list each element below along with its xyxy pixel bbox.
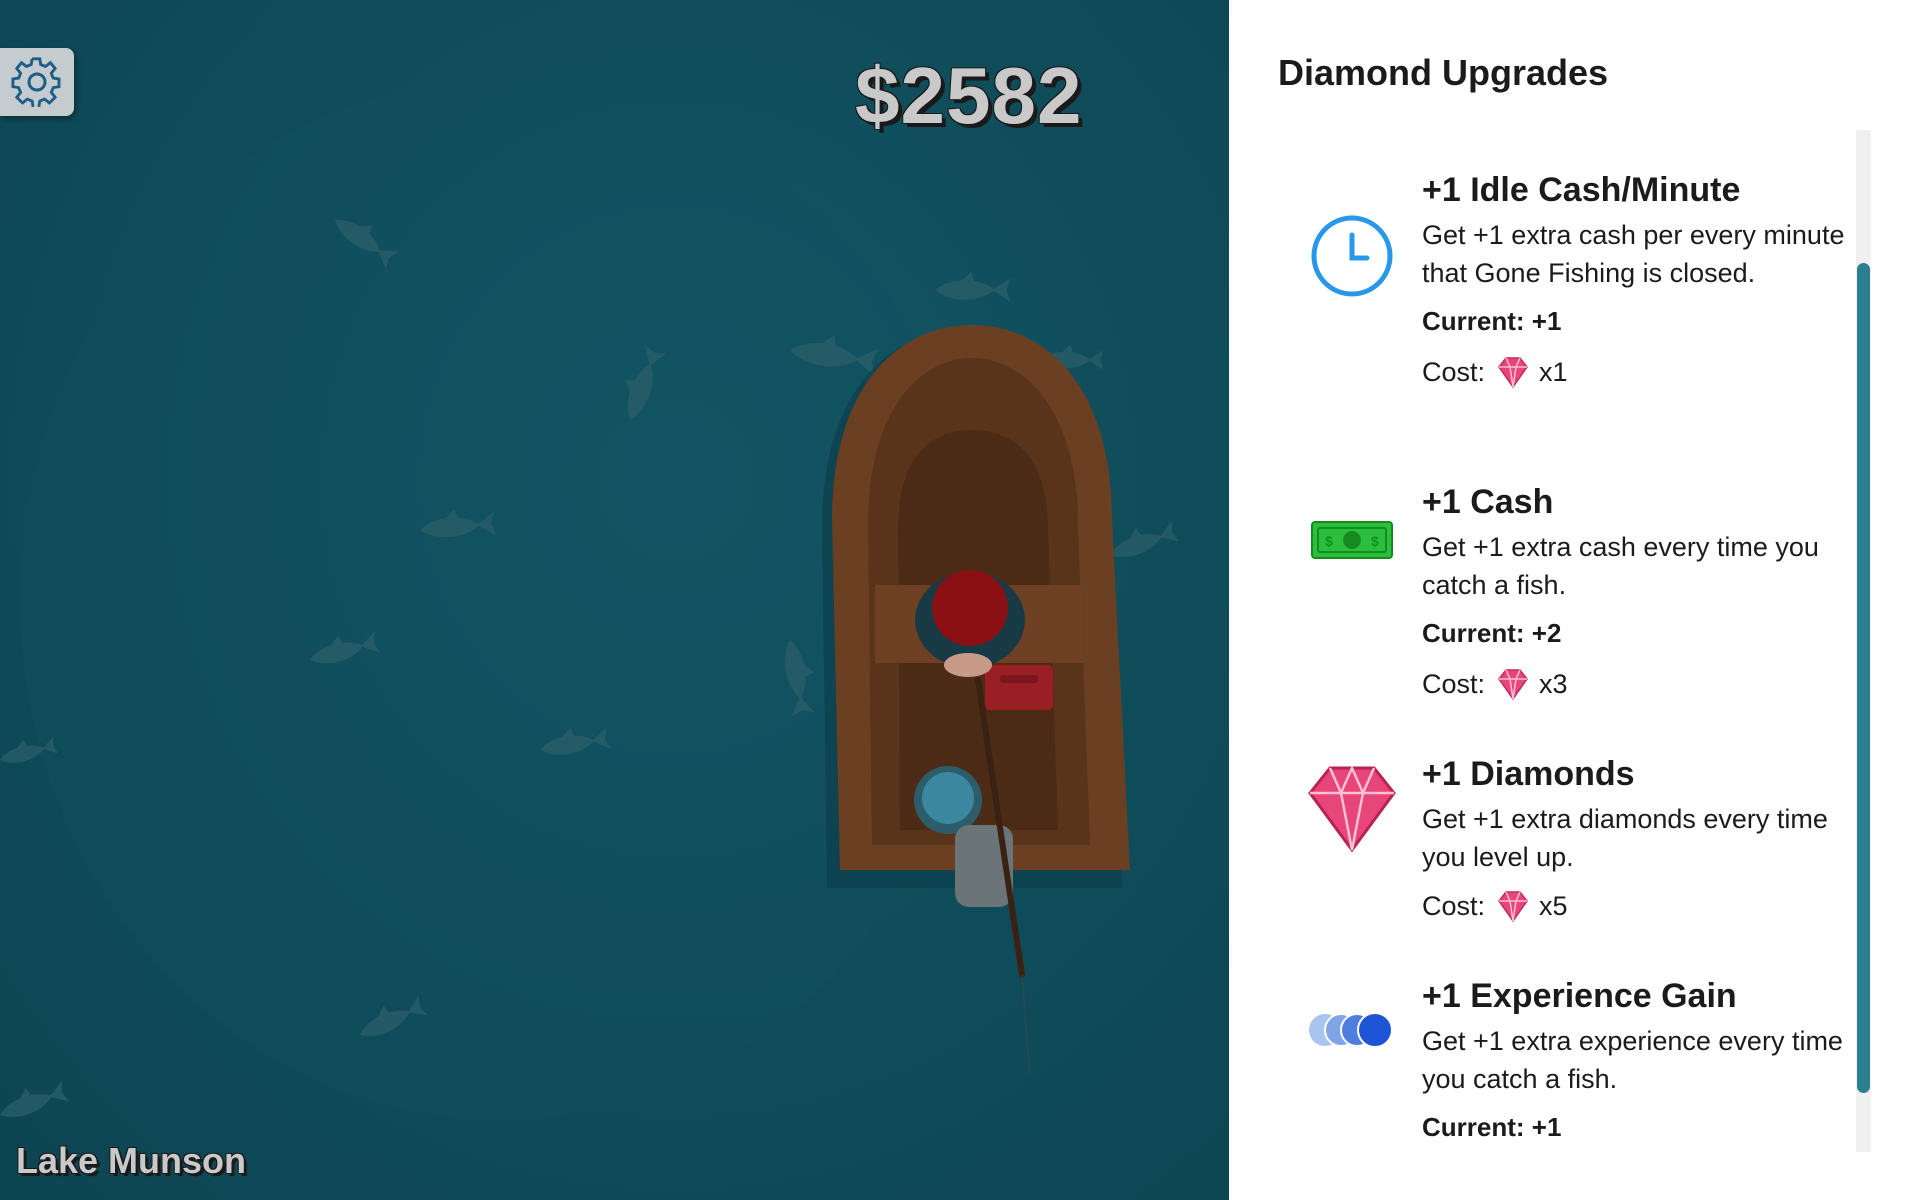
upgrade-name: +1 Cash [1422,483,1554,521]
diamond-icon [1498,669,1528,701]
upgrade-cost[interactable]: Cost: x3 [1422,666,1862,702]
lake-scene [0,80,1180,1126]
svg-text:$: $ [1371,533,1379,549]
diamond-icon [1498,891,1528,923]
cost-label: Cost: [1422,891,1486,921]
upgrade-current: Current: +1 [1422,306,1562,336]
dollar-bill-icon: $ $ [1304,492,1400,588]
diamond-icon [1498,357,1528,389]
upgrade-current: Current: +2 [1422,618,1562,648]
game-area[interactable]: $2582 Lake Munson [0,0,1229,1200]
upgrade-cost[interactable]: Cost: x1 [1422,354,1862,390]
cost-value: x1 [1539,357,1568,387]
svg-text:$: $ [1325,533,1333,549]
cost-value: x3 [1539,669,1568,699]
upgrade-name: +1 Experience Gain [1422,977,1737,1015]
upgrade-description: Get +1 extra diamonds every time you lev… [1422,804,1828,872]
experience-orbs-icon [1304,982,1400,1078]
settings-button[interactable] [0,48,74,116]
gear-icon [11,57,61,108]
cost-value: x5 [1539,891,1568,921]
upgrade-list[interactable]: +1 Idle Cash/Minute Get +1 extra cash pe… [1229,130,1894,1200]
scrollbar-thumb[interactable] [1857,263,1870,1093]
diamond-upgrades-panel: Diamond Upgrades +1 Idle Cash/Minute Get… [1229,0,1920,1200]
money-counter: $2582 [855,51,1083,140]
clock-icon [1304,208,1400,304]
upgrade-current: Current: +1 [1422,1112,1562,1142]
upgrade-description: Get +1 extra cash per every minute that … [1422,220,1845,288]
panel-title: Diamond Upgrades [1278,52,1609,93]
cost-label: Cost: [1422,357,1486,387]
location-name: Lake Munson [16,1140,247,1181]
upgrade-description: Get +1 extra experience every time you c… [1422,1026,1843,1094]
diamond-icon [1304,758,1400,854]
boat [822,325,1130,1076]
cost-label: Cost: [1422,669,1486,699]
upgrade-cost[interactable]: Cost: x5 [1422,888,1862,924]
upgrade-description: Get +1 extra cash every time you catch a… [1422,532,1819,600]
upgrade-name: +1 Diamonds [1422,755,1635,793]
upgrade-name: +1 Idle Cash/Minute [1422,171,1741,209]
